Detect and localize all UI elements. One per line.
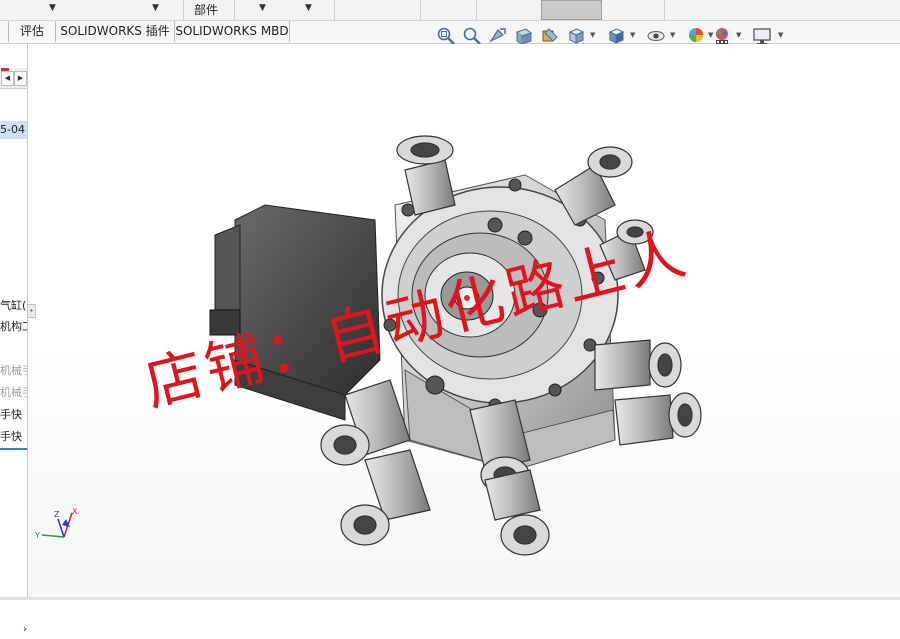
separator	[334, 0, 335, 20]
triad-z-label: Z	[54, 510, 60, 519]
previous-view-icon[interactable]	[488, 26, 508, 46]
panel-splitter-handle[interactable]: •	[27, 304, 36, 318]
dropdown-caret-icon[interactable]: ▼	[152, 3, 159, 13]
separator	[476, 0, 477, 20]
separator	[664, 0, 665, 20]
apply-scene-caret-icon[interactable]: ▼	[736, 31, 741, 39]
active-item-underline	[0, 448, 27, 450]
tree-item-quick-change[interactable]: 手快	[0, 406, 27, 424]
tree-item-mechanism[interactable]: 机构工	[0, 318, 27, 336]
tab-overflow[interactable]	[0, 21, 9, 42]
panel-tab-bar: ◀ ▶	[0, 68, 27, 89]
view-orientation-caret-icon[interactable]: ▼	[590, 31, 595, 39]
tree-item-quick-change[interactable]: 手快	[0, 428, 27, 446]
tab-solidworks-addins[interactable]: SOLIDWORKS 插件	[56, 21, 175, 42]
tree-item-selected[interactable]: 5-04	[0, 121, 27, 139]
coordinate-triad: X Y Z	[34, 507, 78, 540]
section-view-icon[interactable]	[514, 26, 534, 46]
command-manager-top-strip: ▼ ▼ 部件 ▼ ▼	[0, 0, 900, 21]
feature-manager-panel: ◀ ▶ 5-04 气缸( 机构工 机械手 机械手 手快 手快 ›	[0, 44, 28, 635]
separator	[183, 0, 184, 20]
display-style-caret-icon[interactable]: ▼	[630, 31, 635, 39]
pneumatic-rotary-gripper-model[interactable]	[195, 110, 755, 580]
tree-item-manipulator[interactable]: 机械手	[0, 362, 27, 380]
selected-toolbar-button[interactable]	[541, 0, 602, 20]
hide-show-items-icon[interactable]	[646, 26, 666, 46]
zoom-to-fit-icon[interactable]	[436, 26, 456, 46]
display-style-icon[interactable]	[606, 26, 626, 46]
dropdown-caret-icon[interactable]: ▼	[259, 3, 266, 13]
scroll-right-icon[interactable]: ▶	[14, 71, 27, 86]
scroll-right-icon[interactable]: ›	[0, 621, 27, 639]
dropdown-caret-icon[interactable]: ▼	[49, 3, 56, 13]
view-settings-icon[interactable]	[752, 26, 772, 46]
separator	[420, 0, 421, 20]
edit-appearance-icon[interactable]	[686, 26, 706, 46]
view-settings-caret-icon[interactable]: ▼	[778, 31, 783, 39]
tree-item-manipulator[interactable]: 机械手	[0, 384, 27, 402]
separator	[234, 0, 235, 20]
tab-evaluate[interactable]: 评估	[9, 21, 56, 42]
tab-solidworks-mbd[interactable]: SOLIDWORKS MBD	[175, 21, 290, 42]
dynamic-annotation-icon[interactable]	[540, 26, 560, 46]
view-orientation-icon[interactable]	[566, 26, 586, 46]
hide-show-caret-icon[interactable]: ▼	[670, 31, 675, 39]
part-label[interactable]: 部件	[194, 1, 218, 18]
apply-scene-icon[interactable]	[712, 26, 732, 46]
triad-x-label: X	[72, 507, 78, 516]
tree-item-cylinder[interactable]: 气缸(	[0, 297, 27, 315]
dropdown-caret-icon[interactable]: ▼	[305, 3, 312, 13]
scroll-left-icon[interactable]: ◀	[1, 71, 14, 86]
triad-y-label: Y	[34, 531, 40, 540]
zoom-to-area-icon[interactable]	[462, 26, 482, 46]
